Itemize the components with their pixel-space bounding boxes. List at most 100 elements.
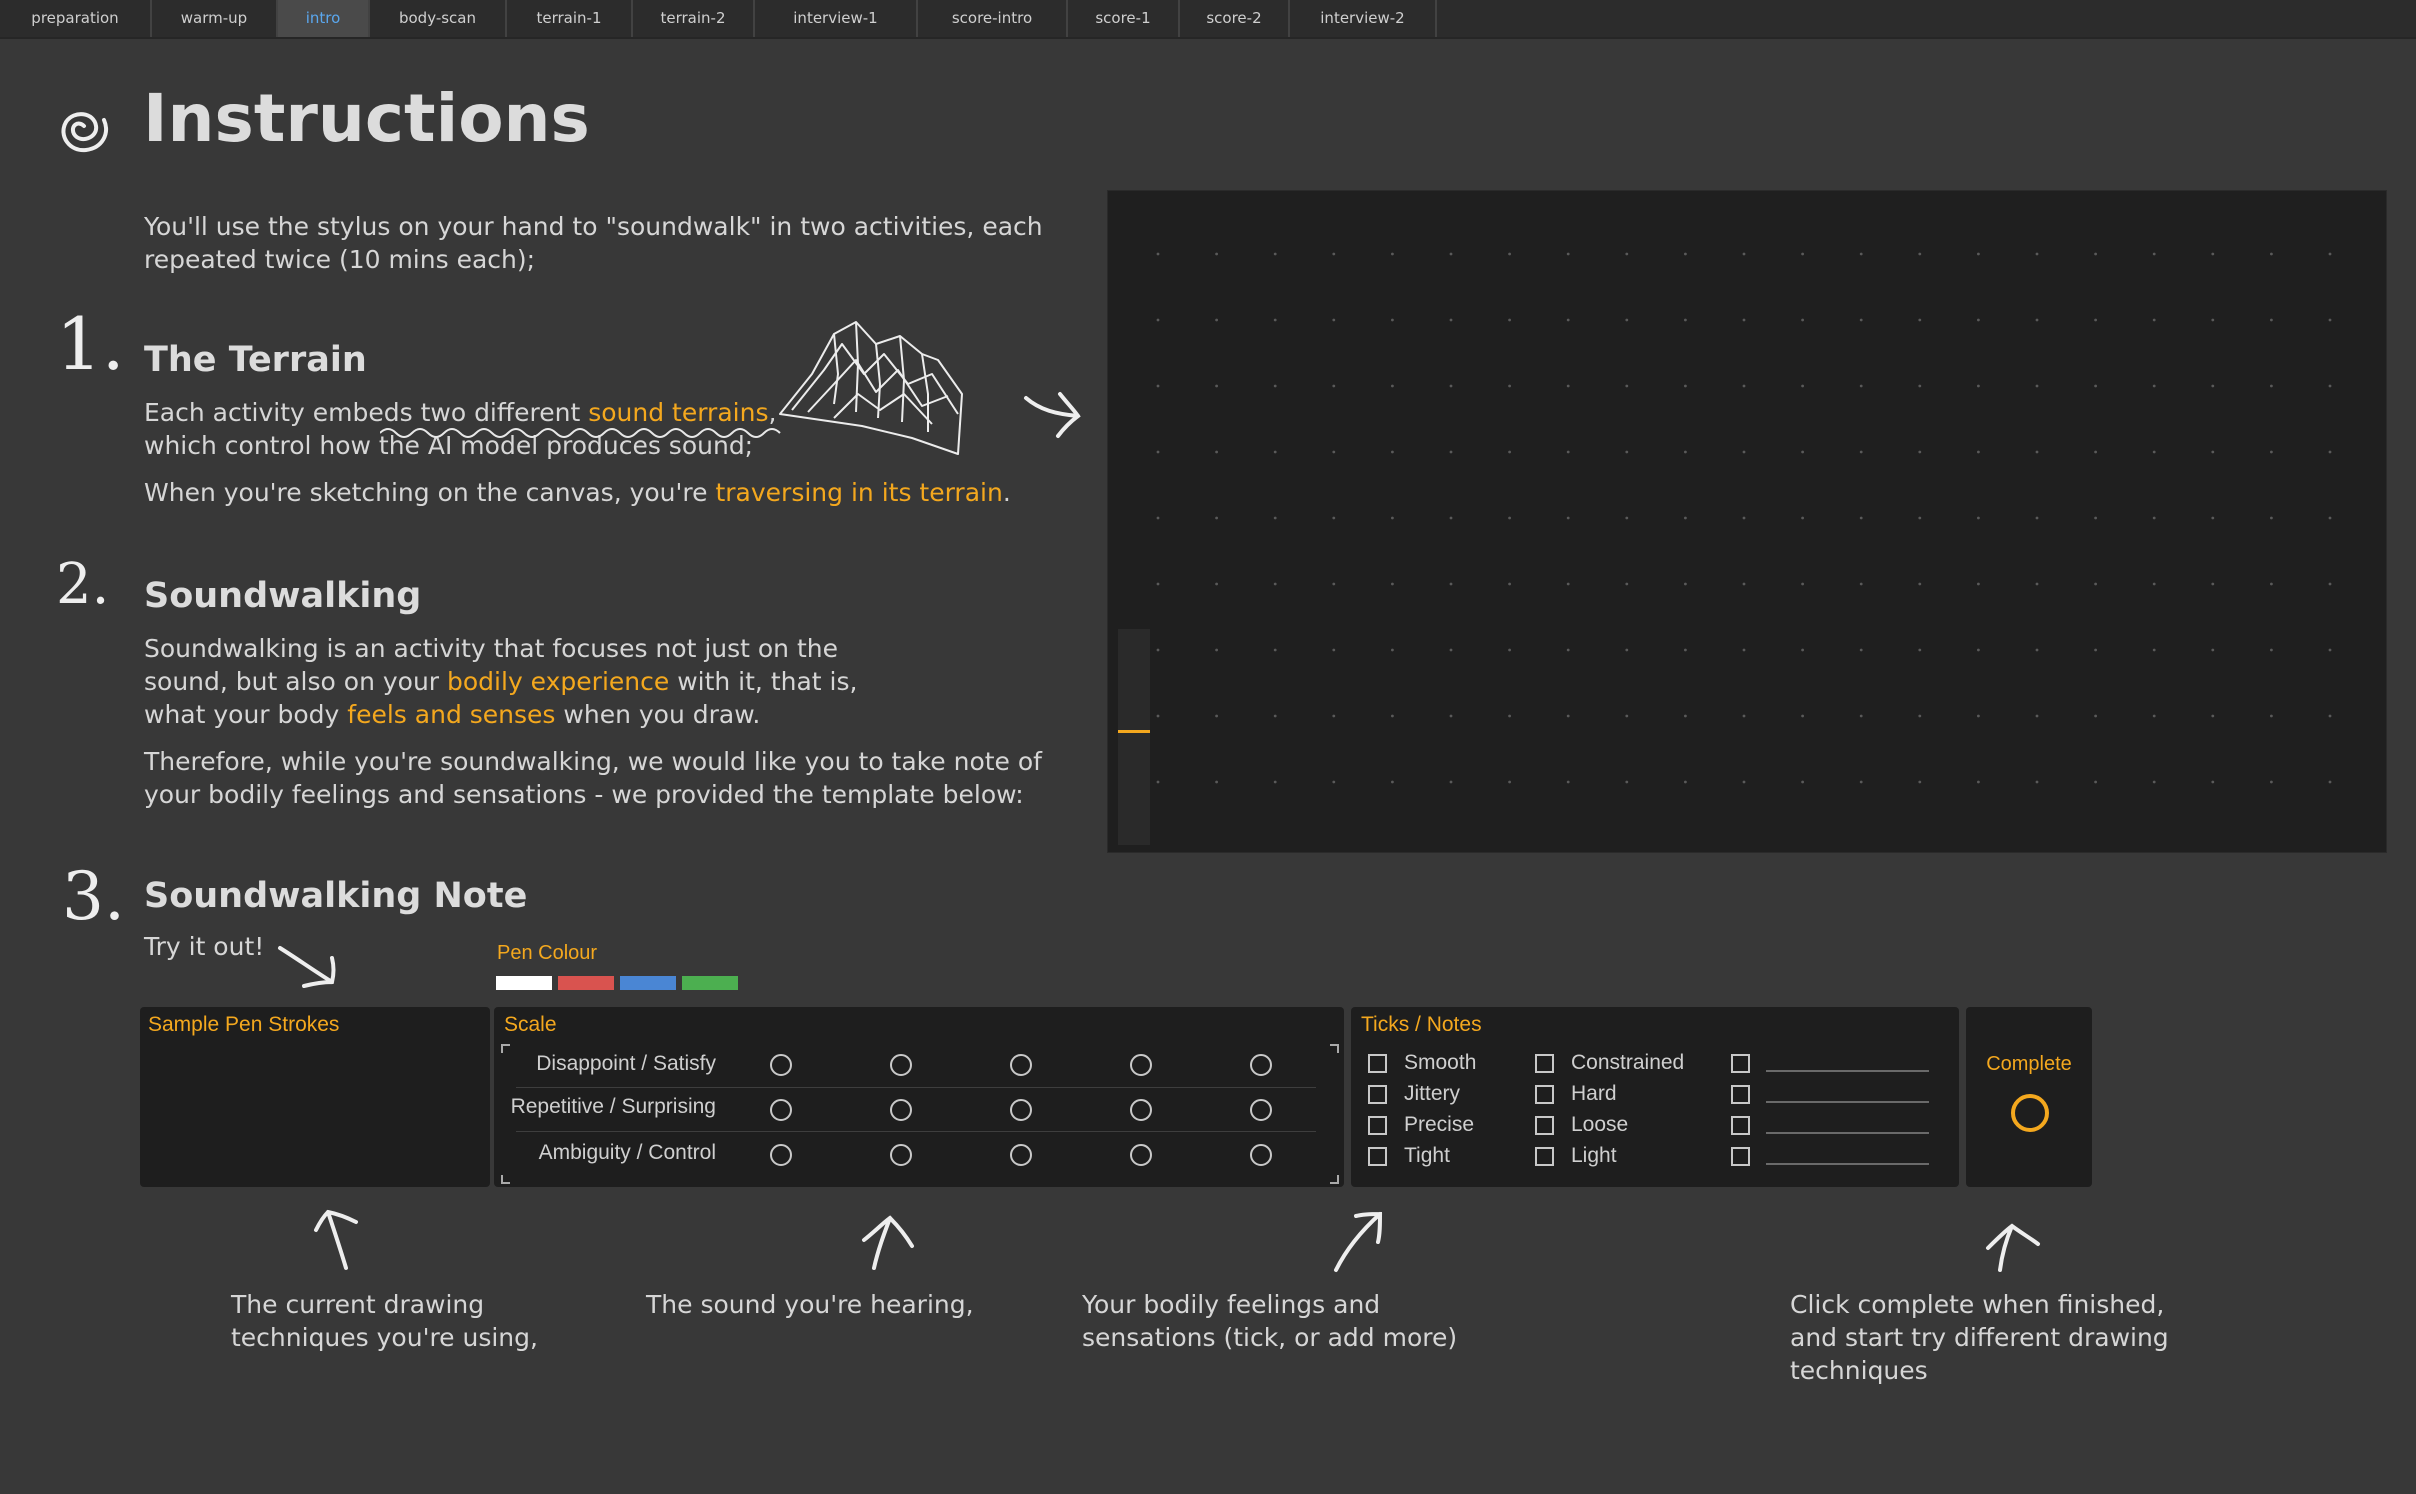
checkbox-custom-3[interactable] <box>1731 1116 1750 1135</box>
canvas-grid-dot <box>1684 384 1687 388</box>
scale-radio-row3-option3[interactable] <box>1010 1144 1032 1166</box>
canvas-grid-dot <box>2270 384 2273 388</box>
checkbox-constrained[interactable] <box>1535 1054 1554 1073</box>
canvas-grid-dot <box>1332 384 1336 388</box>
scale-radio-row1-option3[interactable] <box>1010 1054 1032 1076</box>
canvas-grid-dot <box>2152 714 2156 718</box>
tab-score-1[interactable]: score-1 <box>1068 0 1180 37</box>
canvas-grid-dot <box>1391 384 1394 388</box>
canvas-grid-dot <box>1977 252 1980 256</box>
checkbox-label-tight: Tight <box>1404 1144 1450 1167</box>
canvas-grid-dot <box>1566 714 1570 718</box>
tab-interview-2[interactable]: interview-2 <box>1290 0 1437 37</box>
checkbox-hard[interactable] <box>1535 1085 1554 1104</box>
canvas-grid-dot <box>2211 450 2215 454</box>
canvas-grid-dot <box>1742 318 1746 322</box>
tab-preparation[interactable]: preparation <box>0 0 152 37</box>
canvas-grid-dot <box>2211 252 2215 256</box>
canvas-grid-dot <box>2270 318 2273 322</box>
checkbox-label-loose: Loose <box>1571 1113 1629 1136</box>
tab-terrain-2[interactable]: terrain-2 <box>633 0 755 37</box>
canvas-grid-dot <box>1566 516 1570 520</box>
canvas-grid-dot <box>2035 516 2039 520</box>
canvas-grid-dot <box>1449 450 1453 454</box>
custom-note-input-1[interactable] <box>1766 1070 1929 1072</box>
pen-swatch-blue[interactable] <box>620 976 676 990</box>
complete-button[interactable] <box>2011 1094 2049 1132</box>
canvas-grid-dot <box>1156 384 1160 388</box>
canvas-grid-dot <box>1215 450 1218 454</box>
canvas-grid-dot <box>1742 516 1746 520</box>
scale-radio-row1-option4[interactable] <box>1130 1054 1152 1076</box>
custom-note-input-4[interactable] <box>1766 1163 1929 1165</box>
scale-radio-row3-option2[interactable] <box>890 1144 912 1166</box>
canvas-grid-dot <box>1273 648 1277 652</box>
tab-warm-up[interactable]: warm-up <box>152 0 278 37</box>
canvas-grid-dot <box>1625 648 1629 652</box>
canvas-grid-dot <box>1156 714 1160 718</box>
canvas-grid-dot <box>1332 450 1336 454</box>
ticks-notes-title: Ticks / Notes <box>1361 1013 1482 1036</box>
canvas-grid-dot <box>1215 318 1218 322</box>
checkbox-light[interactable] <box>1535 1147 1554 1166</box>
section-1-line-3: When you're sketching on the canvas, you… <box>144 478 1011 507</box>
checkbox-precise[interactable] <box>1368 1116 1387 1135</box>
canvas-grid-dot <box>1625 714 1629 718</box>
scale-radio-row1-option2[interactable] <box>890 1054 912 1076</box>
scale-radio-row3-option4[interactable] <box>1130 1144 1152 1166</box>
canvas-grid-dot <box>2328 780 2332 784</box>
scale-radio-row2-option3[interactable] <box>1010 1099 1032 1121</box>
sample-pen-strokes-panel[interactable]: Sample Pen Strokes <box>140 1007 490 1187</box>
checkbox-custom-4[interactable] <box>1731 1147 1750 1166</box>
scale-radio-row2-option5[interactable] <box>1250 1099 1272 1121</box>
canvas-grid-dot <box>2094 582 2097 586</box>
scale-radio-row1-option1[interactable] <box>770 1054 792 1076</box>
volume-level-indicator <box>1118 730 1150 733</box>
tab-body-scan[interactable]: body-scan <box>370 0 507 37</box>
tab-score-intro[interactable]: score-intro <box>918 0 1068 37</box>
drawing-canvas[interactable] <box>1107 190 2387 853</box>
squiggle-underline-icon <box>380 428 781 438</box>
tab-terrain-1[interactable]: terrain-1 <box>507 0 633 37</box>
canvas-grid-dot <box>1801 318 1804 322</box>
scale-radio-row3-option5[interactable] <box>1250 1144 1272 1166</box>
checkbox-smooth[interactable] <box>1368 1054 1387 1073</box>
pen-swatch-green[interactable] <box>682 976 738 990</box>
tab-intro[interactable]: intro <box>278 0 370 37</box>
custom-note-input-2[interactable] <box>1766 1101 1929 1103</box>
canvas-grid-dot <box>1742 384 1746 388</box>
canvas-grid-dot <box>1566 648 1570 652</box>
canvas-grid-dot <box>1566 780 1570 784</box>
canvas-grid-dot <box>1684 450 1687 454</box>
volume-meter <box>1118 629 1150 845</box>
checkbox-label-jittery: Jittery <box>1404 1082 1461 1105</box>
complete-panel: Complete <box>1966 1007 2092 1187</box>
pen-swatch-white[interactable] <box>496 976 552 990</box>
custom-note-input-3[interactable] <box>1766 1132 1929 1134</box>
checkbox-tight[interactable] <box>1368 1147 1387 1166</box>
scale-radio-row2-option4[interactable] <box>1130 1099 1152 1121</box>
canvas-grid-dot <box>1742 780 1746 784</box>
tab-score-2[interactable]: score-2 <box>1180 0 1290 37</box>
canvas-grid-dot <box>1801 516 1804 520</box>
checkbox-custom-1[interactable] <box>1731 1054 1750 1073</box>
checkbox-jittery[interactable] <box>1368 1085 1387 1104</box>
checkbox-custom-2[interactable] <box>1731 1085 1750 1104</box>
canvas-grid-dot <box>1977 648 1980 652</box>
canvas-grid-dot <box>2211 648 2215 652</box>
pen-swatch-red[interactable] <box>558 976 614 990</box>
canvas-grid-dot <box>1742 450 1746 454</box>
canvas-grid-dot <box>1859 780 1863 784</box>
scale-radio-row2-option1[interactable] <box>770 1099 792 1121</box>
canvas-grid-dot <box>1391 648 1394 652</box>
tab-interview-1[interactable]: interview-1 <box>755 0 918 37</box>
canvas-grid-dot <box>1918 516 1922 520</box>
section-2-line-4: Therefore, while you're soundwalking, we… <box>144 747 1042 776</box>
canvas-grid-dot <box>1859 516 1863 520</box>
scale-radio-row3-option1[interactable] <box>770 1144 792 1166</box>
scale-radio-row1-option5[interactable] <box>1250 1054 1272 1076</box>
scale-radio-row2-option2[interactable] <box>890 1099 912 1121</box>
canvas-grid-dot <box>1684 318 1687 322</box>
sample-pen-strokes-title: Sample Pen Strokes <box>148 1013 340 1036</box>
checkbox-loose[interactable] <box>1535 1116 1554 1135</box>
